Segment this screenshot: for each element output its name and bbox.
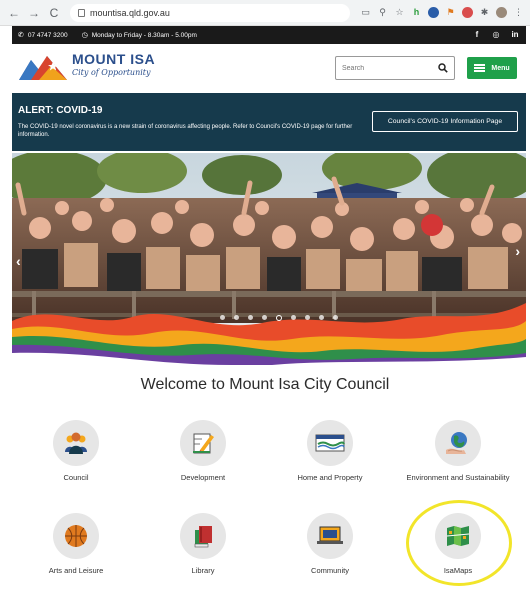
service-label: Home and Property (297, 473, 363, 482)
hamburger-icon (474, 64, 486, 72)
extension-shield-icon[interactable] (428, 7, 439, 18)
service-environment-and-sustainability[interactable]: Environment and Sustainability (403, 420, 513, 483)
site-search (335, 56, 455, 80)
browser-toolbar: ← → C mountisa.qld.gov.au ▭ ⚲ ☆ h ⚑ ✱ ⋮ (0, 0, 530, 26)
back-icon[interactable]: ← (6, 5, 22, 21)
bookmark-star-icon[interactable]: ☆ (394, 7, 405, 18)
slider-dot[interactable] (220, 315, 225, 320)
mount-isa-logo-icon[interactable] (17, 52, 69, 82)
browser-menu-icon[interactable]: ⋮ (513, 7, 524, 18)
menu-label: Menu (491, 64, 510, 72)
url-text: mountisa.qld.gov.au (90, 7, 170, 18)
development-pencil-icon (180, 420, 226, 466)
service-label: Community (311, 566, 349, 575)
slider-dot[interactable] (234, 315, 239, 320)
slider-prev-icon[interactable]: ‹ (16, 253, 21, 269)
slider-next-icon[interactable]: › (515, 243, 520, 259)
forward-icon[interactable]: → (26, 5, 42, 21)
service-library[interactable]: Library (148, 513, 258, 576)
search-input[interactable] (342, 64, 432, 72)
extensions-puzzle-icon[interactable]: ✱ (479, 7, 490, 18)
service-label: Development (180, 473, 226, 482)
hero-slider: ‹ › (12, 153, 526, 365)
slider-dot[interactable] (291, 315, 296, 320)
menu-button[interactable]: Menu (467, 57, 517, 79)
covid-alert-banner: ALERT: COVID-19 The COVID-19 novel coron… (12, 93, 526, 151)
slider-dot[interactable] (319, 315, 324, 320)
logo-text[interactable]: MOUNT ISA City of Opportunity (72, 51, 155, 77)
library-books-icon (180, 513, 226, 559)
browser-extensions: ▭ ⚲ ☆ h ⚑ ✱ ⋮ (354, 7, 524, 18)
service-label: Council (63, 473, 89, 482)
map-icon (435, 513, 481, 559)
basketball-icon (53, 513, 99, 559)
slider-dot[interactable] (262, 315, 267, 320)
instagram-icon[interactable]: ◎ (491, 30, 501, 40)
extension-red-icon[interactable] (462, 7, 473, 18)
contact-bar: ✆ 07 4747 3200 ◷ Monday to Friday - 8.30… (12, 26, 526, 44)
phone-item[interactable]: ✆ 07 4747 3200 (18, 31, 68, 40)
alert-text: The COVID-19 novel coronavirus is a new … (18, 124, 353, 138)
covid-info-button[interactable]: Council's COVID-19 Information Page (372, 111, 518, 132)
phone-icon: ✆ (18, 32, 24, 39)
extension-flag-icon[interactable]: ⚑ (445, 7, 456, 18)
service-home-and-property[interactable]: Home and Property (275, 420, 385, 483)
zoom-icon[interactable]: ⚲ (377, 7, 388, 18)
logo-subtitle: City of Opportunity (72, 68, 151, 77)
phone-number: 07 4747 3200 (27, 31, 68, 39)
community-laptop-icon (307, 513, 353, 559)
slider-dots (220, 315, 347, 321)
slider-dot[interactable] (305, 315, 310, 320)
service-council[interactable]: Council (21, 420, 131, 483)
facebook-icon[interactable]: f (472, 30, 482, 40)
slider-dot[interactable] (248, 315, 253, 320)
environment-globe-icon (435, 420, 481, 466)
hours-item: ◷ Monday to Friday - 8.30am - 5.00pm (81, 31, 197, 40)
service-label: Environment and Sustainability (406, 473, 510, 482)
service-development[interactable]: Development (148, 420, 258, 483)
logo-title: MOUNT ISA (72, 51, 156, 67)
slider-dot[interactable] (333, 315, 338, 320)
service-arts-and-leisure[interactable]: Arts and Leisure (21, 513, 131, 576)
extension-h-icon[interactable]: h (411, 7, 422, 18)
profile-avatar-icon[interactable] (496, 7, 507, 18)
lock-icon (78, 8, 85, 17)
tab-search-icon[interactable]: ▭ (360, 7, 371, 18)
address-bar[interactable]: mountisa.qld.gov.au (70, 3, 350, 22)
social-links: f ◎ in (463, 30, 520, 40)
site-header: MOUNT ISA City of Opportunity Menu (12, 44, 526, 93)
home-property-icon (307, 420, 353, 466)
welcome-heading: Welcome to Mount Isa City Council (140, 376, 390, 393)
service-label: IsaMaps (443, 566, 473, 575)
search-icon[interactable] (438, 63, 448, 73)
hero-crowd-image (12, 153, 526, 365)
service-label: Library (191, 566, 215, 575)
clock-icon: ◷ (81, 32, 88, 39)
slider-dot[interactable] (276, 315, 282, 321)
service-isamaps[interactable]: IsaMaps (403, 513, 513, 576)
service-label: Arts and Leisure (48, 566, 104, 575)
council-people-icon (53, 420, 99, 466)
reload-icon[interactable]: C (46, 5, 62, 21)
opening-hours: Monday to Friday - 8.30am - 5.00pm (91, 31, 197, 39)
linkedin-icon[interactable]: in (510, 30, 520, 40)
alert-title: ALERT: COVID-19 (18, 105, 103, 116)
service-community[interactable]: Community (275, 513, 385, 576)
